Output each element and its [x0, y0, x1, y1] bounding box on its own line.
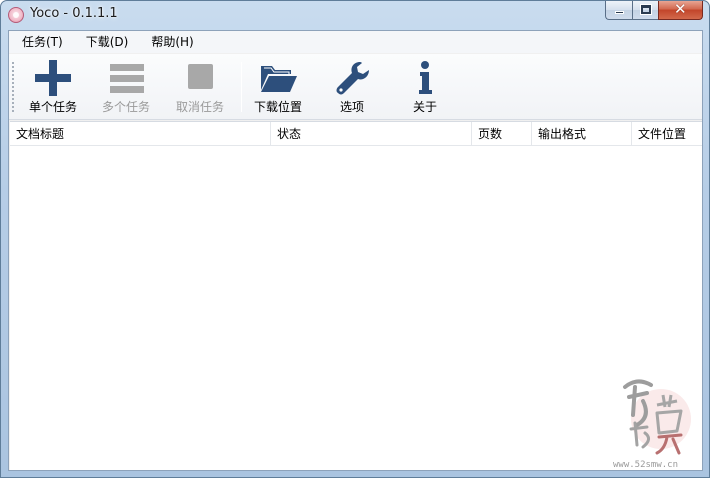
window-title: Yoco - 0.1.1.1	[30, 6, 118, 21]
minimize-button[interactable]	[605, 1, 632, 20]
cancel-task-label: 取消任务	[175, 100, 224, 114]
watermark-url: www.52smw.cn	[613, 460, 678, 470]
cancel-task-button[interactable]: 取消任务	[167, 58, 233, 116]
column-header-output-format[interactable]: 输出格式	[532, 122, 632, 146]
column-header-pages[interactable]: 页数	[472, 122, 532, 146]
minimize-icon	[615, 11, 624, 14]
close-button[interactable]: ✕	[658, 0, 703, 20]
download-location-label: 下载位置	[253, 100, 302, 114]
task-list-header: 文档标题 状态 页数 输出格式 文件位置	[10, 122, 702, 146]
list-icon	[110, 64, 144, 93]
task-list[interactable]: 文档标题 状态 页数 输出格式 文件位置	[10, 121, 702, 470]
client-area: 任务(T) 下载(D) 帮助(H) 单个任务 多个任务 取消任务 下载位置 选项…	[8, 30, 703, 471]
column-header-title[interactable]: 文档标题	[10, 122, 271, 146]
info-icon	[419, 61, 432, 94]
folder-icon	[261, 66, 297, 92]
close-icon: ✕	[674, 0, 687, 18]
options-label: 选项	[339, 100, 364, 114]
multiple-tasks-button[interactable]: 多个任务	[93, 58, 159, 116]
single-task-label: 单个任务	[28, 100, 77, 114]
toolbar-separator	[241, 62, 242, 112]
app-logo-icon[interactable]	[8, 7, 24, 23]
download-location-button[interactable]: 下载位置	[245, 58, 311, 116]
column-header-file-location[interactable]: 文件位置	[632, 122, 702, 146]
plus-icon	[35, 60, 71, 96]
about-label: 关于	[412, 100, 437, 114]
menu-bar: 任务(T) 下载(D) 帮助(H)	[9, 31, 702, 53]
menu-help[interactable]: 帮助(H)	[138, 31, 203, 53]
toolbar-grip[interactable]	[12, 62, 14, 112]
watermark-logo: www.52smw.cn	[607, 367, 705, 471]
app-window: Yoco - 0.1.1.1 ✕ 任务(T) 下载(D) 帮助(H) 单个任务 …	[0, 0, 710, 478]
caption-buttons: ✕	[605, 0, 703, 21]
multiple-tasks-label: 多个任务	[101, 100, 150, 114]
column-header-status[interactable]: 状态	[271, 122, 472, 146]
watermark-seal-icon: www.52smw.cn	[613, 379, 691, 470]
about-button[interactable]: 关于	[392, 58, 458, 116]
wrench-icon	[336, 62, 369, 95]
menu-download[interactable]: 下载(D)	[73, 31, 139, 53]
single-task-button[interactable]: 单个任务	[20, 58, 86, 116]
menu-task[interactable]: 任务(T)	[9, 31, 73, 53]
maximize-button[interactable]	[632, 1, 658, 20]
title-bar[interactable]: Yoco - 0.1.1.1 ✕	[1, 0, 709, 29]
toolbar: 单个任务 多个任务 取消任务 下载位置 选项 关于	[9, 54, 702, 120]
options-button[interactable]: 选项	[319, 58, 385, 116]
stop-icon	[188, 64, 213, 89]
maximize-icon	[640, 4, 652, 15]
